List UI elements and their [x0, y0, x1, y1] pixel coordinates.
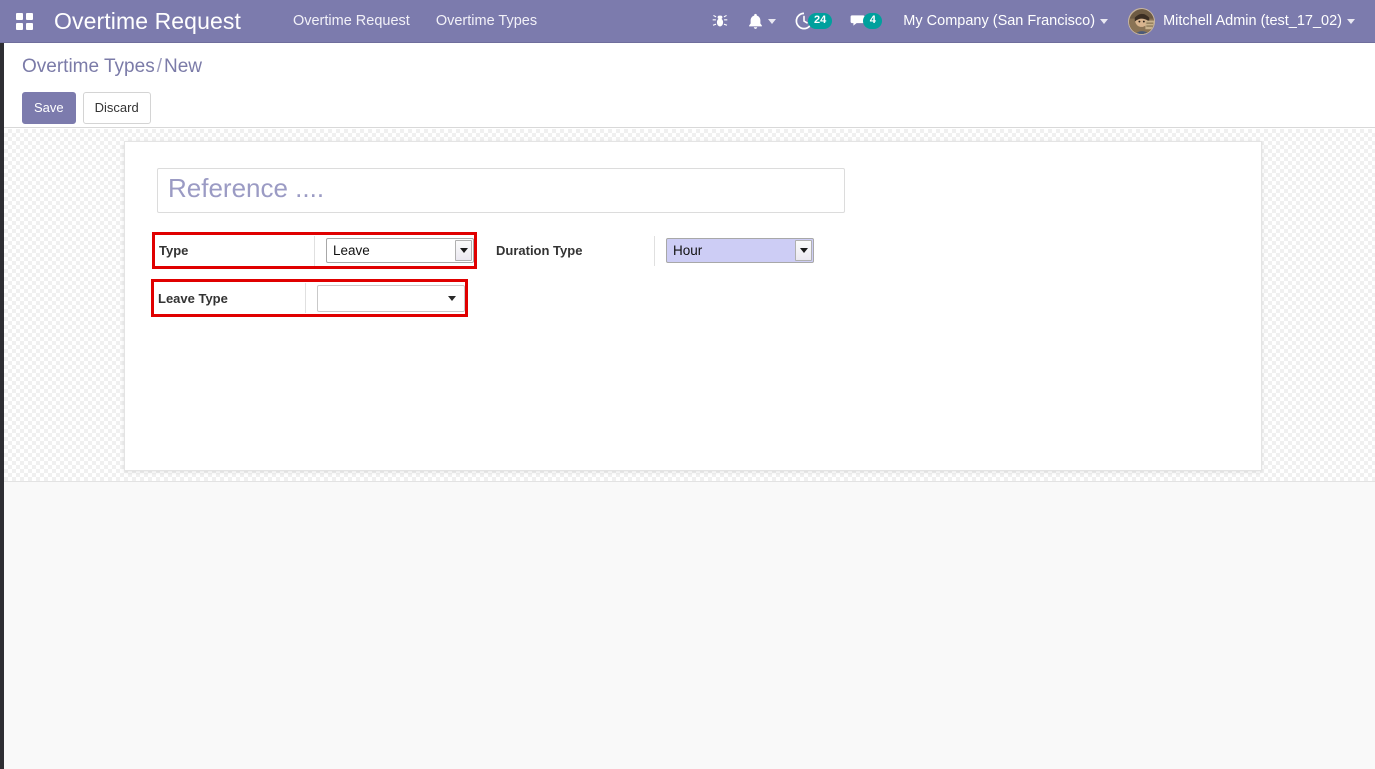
- activities-bell-button[interactable]: [738, 0, 786, 43]
- company-switcher[interactable]: My Company (San Francisco): [891, 0, 1116, 43]
- company-label: My Company (San Francisco): [903, 13, 1096, 29]
- chevron-down-icon: [1347, 18, 1355, 24]
- page-bottom-filler: [4, 481, 1375, 769]
- field-label-leave-type: Leave Type: [158, 290, 228, 306]
- bell-icon: [749, 13, 762, 29]
- type-select[interactable]: Leave: [326, 238, 474, 263]
- field-group-duration-type: Duration Type Hour: [496, 235, 826, 266]
- user-name-label: Mitchell Admin (test_17_02): [1163, 13, 1342, 29]
- debug-menu-button[interactable]: [702, 0, 738, 43]
- field-group-type: Type Leave: [152, 232, 477, 269]
- form-sheet: Type Leave Duration Type Hour: [124, 141, 1262, 471]
- user-menu[interactable]: Mitchell Admin (test_17_02): [1116, 0, 1363, 43]
- apps-menu-toggle[interactable]: [0, 0, 42, 43]
- apps-grid-icon: [15, 12, 33, 30]
- field-label-duration-type: Duration Type: [496, 243, 583, 258]
- reference-input[interactable]: [157, 168, 845, 213]
- bug-icon: [712, 14, 728, 27]
- duration-type-select[interactable]: Hour: [666, 238, 814, 263]
- form-background: Type Leave Duration Type Hour: [4, 129, 1375, 481]
- app-brand-title: Overtime Request: [54, 7, 241, 34]
- record-action-buttons: Save Discard: [22, 92, 151, 124]
- field-group-leave-type: Leave Type: [151, 279, 468, 317]
- chevron-down-icon: [1100, 18, 1109, 24]
- field-divider: [305, 283, 306, 313]
- breadcrumb-item-current: New: [163, 56, 202, 77]
- app-root: Overtime Request Overtime Request Overti…: [0, 0, 1375, 769]
- chevron-down-icon: [768, 18, 777, 24]
- reference-field-wrapper: [157, 168, 845, 213]
- breadcrumb: Overtime Types / New: [22, 56, 202, 78]
- control-panel: Overtime Types / New Save Discard: [4, 43, 1375, 128]
- activity-count-badge: 24: [808, 13, 833, 29]
- breadcrumb-item-root[interactable]: Overtime Types: [22, 56, 155, 77]
- messaging-counter-button[interactable]: 4: [841, 0, 891, 43]
- duration-type-select-wrapper: Hour: [666, 238, 814, 263]
- save-button[interactable]: Save: [22, 92, 76, 124]
- nav-item-overtime-types[interactable]: Overtime Types: [436, 13, 537, 29]
- discard-button[interactable]: Discard: [82, 92, 151, 124]
- messaging-count-badge: 4: [863, 13, 883, 29]
- field-divider: [654, 235, 655, 266]
- nav-item-overtime-request[interactable]: Overtime Request: [293, 13, 410, 29]
- leave-type-select-wrapper: [317, 284, 465, 312]
- breadcrumb-separator: /: [156, 56, 162, 77]
- avatar: [1128, 7, 1156, 35]
- field-divider: [314, 235, 315, 266]
- navbar-menu: Overtime Request Overtime Types: [293, 13, 537, 29]
- top-navbar: Overtime Request Overtime Request Overti…: [0, 0, 1375, 43]
- field-label-type: Type: [159, 243, 189, 258]
- navbar-systray: 24 4 My Company (San Francisco) Mitchell…: [702, 0, 1375, 43]
- type-select-wrapper: Leave: [326, 238, 474, 263]
- activity-counter-button[interactable]: 24: [786, 0, 841, 43]
- leave-type-select[interactable]: [317, 284, 465, 312]
